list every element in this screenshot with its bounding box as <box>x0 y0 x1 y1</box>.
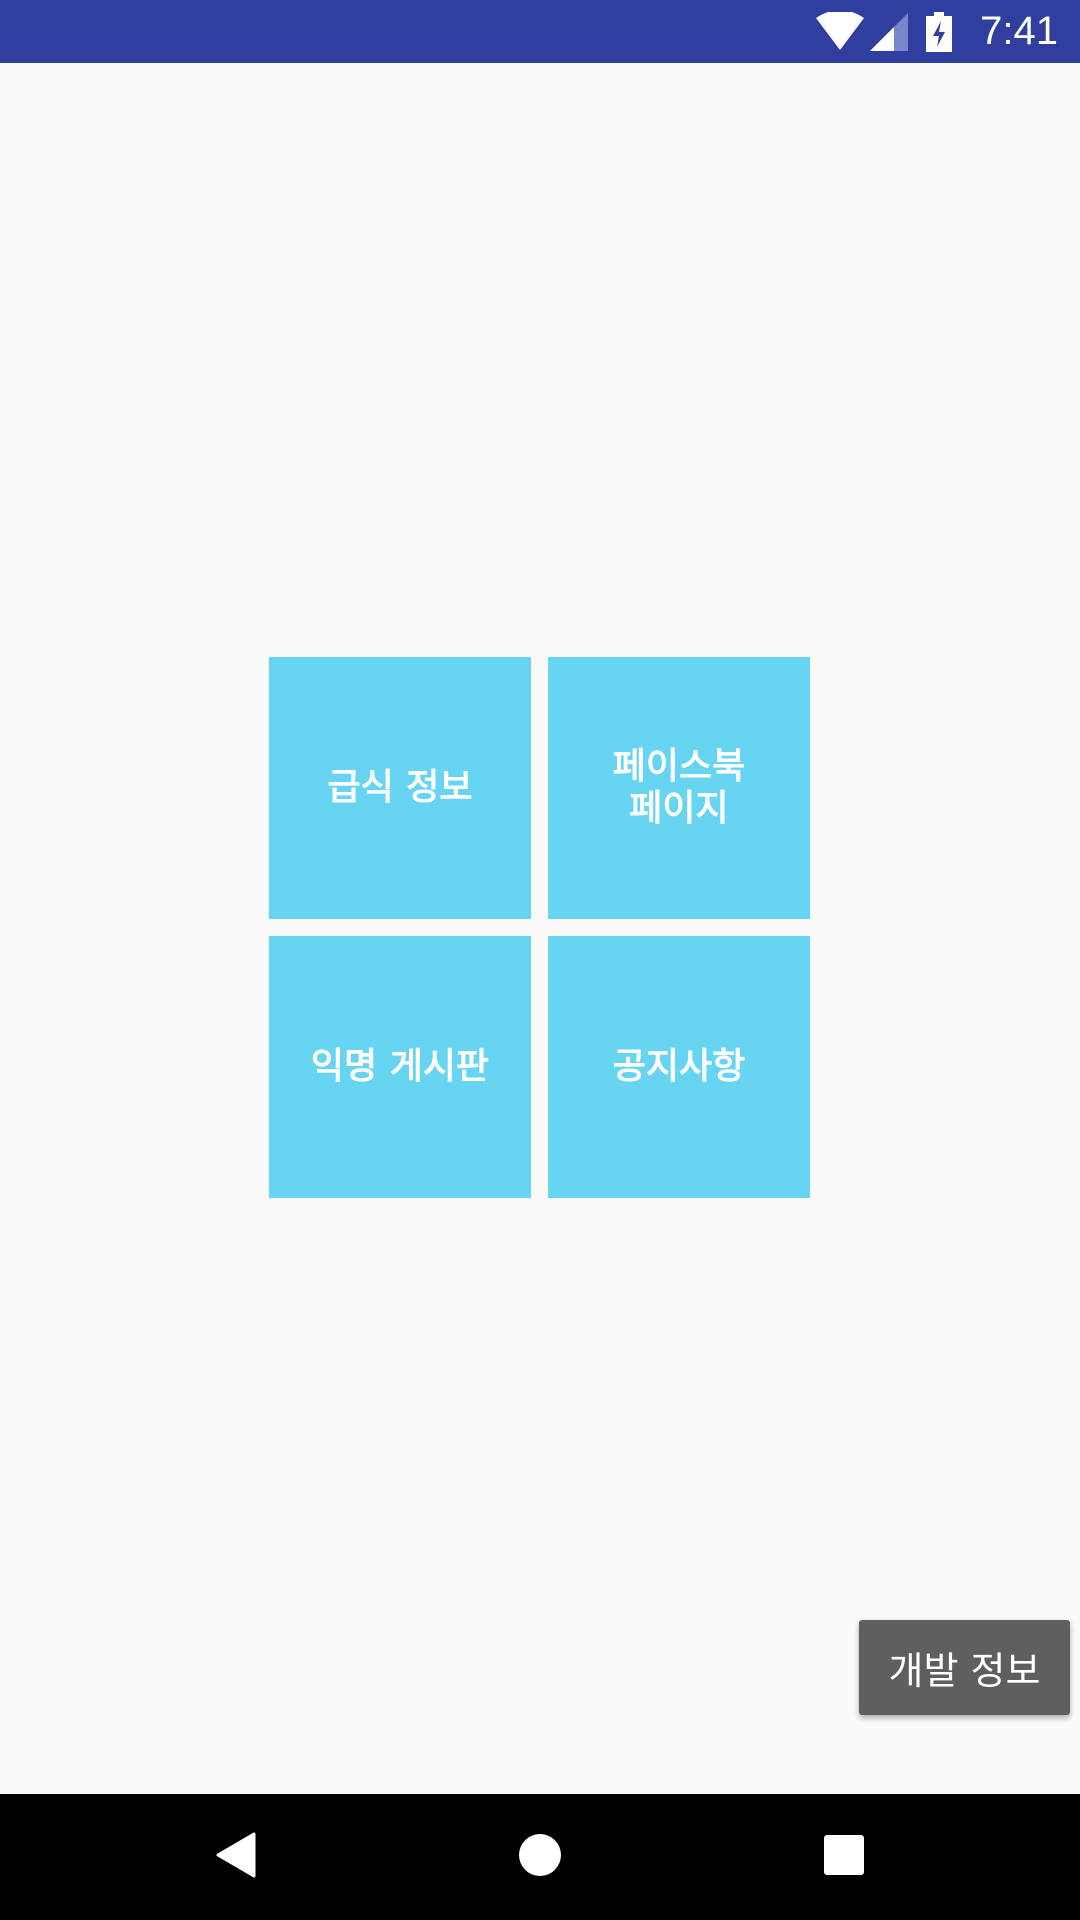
status-icons: 7:41 <box>816 0 1058 63</box>
wifi-icon <box>816 11 865 52</box>
back-icon <box>216 1832 256 1882</box>
meal-info-button[interactable]: 급식 정보 <box>269 657 531 919</box>
home-button[interactable] <box>480 1794 600 1920</box>
dev-info-button[interactable]: 개발 정보 <box>859 1620 1070 1715</box>
anonymous-board-button[interactable]: 익명 게시판 <box>269 936 531 1198</box>
main-content: 급식 정보 페이스북 페이지 익명 게시판 공지사항 <box>0 63 1080 1794</box>
recents-button[interactable] <box>784 1794 904 1920</box>
back-button[interactable] <box>176 1794 296 1920</box>
facebook-page-button[interactable]: 페이스북 페이지 <box>548 657 810 919</box>
notice-button[interactable]: 공지사항 <box>548 936 810 1198</box>
status-bar: 7:41 <box>0 0 1080 63</box>
status-time: 7:41 <box>980 9 1058 53</box>
battery-charging-icon <box>926 11 953 52</box>
navigation-bar <box>0 1794 1080 1920</box>
cell-signal-icon <box>870 12 909 51</box>
recents-icon <box>824 1835 864 1879</box>
home-icon <box>518 1833 562 1881</box>
